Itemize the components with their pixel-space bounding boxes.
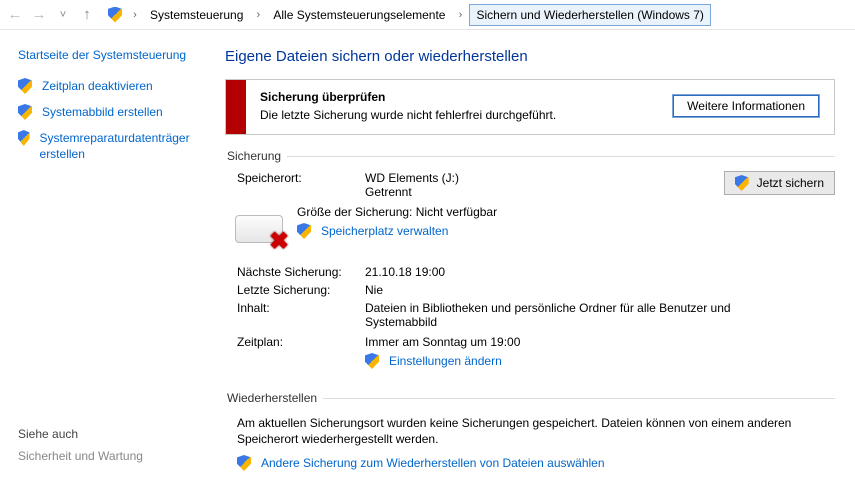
- see-also-header: Siehe auch: [18, 427, 203, 441]
- last-backup-label: Letzte Sicherung:: [225, 283, 365, 297]
- breadcrumb-item-current[interactable]: Sichern und Wiederherstellen (Windows 7): [469, 4, 710, 26]
- shield-icon: [18, 78, 32, 94]
- change-settings-link[interactable]: Einstellungen ändern: [365, 353, 835, 369]
- location-label: Speicherort:: [225, 171, 365, 185]
- chevron-right-icon[interactable]: ›: [453, 9, 467, 21]
- shield-icon: [735, 175, 749, 191]
- restore-description: Am aktuellen Sicherungsort wurden keine …: [225, 413, 835, 455]
- alert-box: Sicherung überprüfen Die letzte Sicherun…: [225, 79, 835, 135]
- sidebar-home-link[interactable]: Startseite der Systemsteuerung: [18, 48, 203, 62]
- breadcrumb-item[interactable]: Systemsteuerung: [144, 4, 249, 26]
- alert-message: Die letzte Sicherung wurde nicht fehlerf…: [260, 108, 660, 122]
- backup-now-label: Jetzt sichern: [757, 176, 824, 190]
- shield-icon: [18, 130, 30, 146]
- more-info-button[interactable]: Weitere Informationen: [672, 94, 820, 118]
- shield-icon: [365, 353, 379, 369]
- see-also-item[interactable]: Sicherheit und Wartung: [18, 449, 203, 463]
- nav-recent-icon[interactable]: ˅: [52, 4, 74, 26]
- section-header-restore: Wiederherstellen: [225, 391, 835, 405]
- sidebar: Startseite der Systemsteuerung Zeitplan …: [0, 30, 215, 477]
- shield-icon: [18, 104, 32, 120]
- schedule-label: Zeitplan:: [225, 335, 365, 349]
- sidebar-item-label: Systemreparaturdatenträger erstellen: [40, 130, 203, 162]
- change-settings-label: Einstellungen ändern: [389, 354, 502, 368]
- next-backup-label: Nächste Sicherung:: [225, 265, 365, 279]
- select-other-backup-label: Andere Sicherung zum Wiederherstellen vo…: [261, 456, 605, 470]
- location-status: Getrennt: [365, 185, 718, 199]
- content-pane: Eigene Dateien sichern oder wiederherste…: [215, 30, 855, 477]
- manage-space-label: Speicherplatz verwalten: [321, 224, 448, 238]
- breadcrumb-item[interactable]: Alle Systemsteuerungselemente: [267, 4, 451, 26]
- location-value: WD Elements (J:): [365, 171, 718, 185]
- drive-disconnected-icon: ✖: [233, 209, 289, 249]
- page-title: Eigene Dateien sichern oder wiederherste…: [225, 48, 835, 65]
- nav-back-icon[interactable]: ←: [4, 4, 26, 26]
- sidebar-item-create-repair-disc[interactable]: Systemreparaturdatenträger erstellen: [18, 130, 203, 162]
- backup-now-button[interactable]: Jetzt sichern: [724, 171, 835, 195]
- select-other-backup-link[interactable]: Andere Sicherung zum Wiederherstellen vo…: [225, 455, 835, 471]
- nav-forward-icon[interactable]: →: [28, 4, 50, 26]
- control-panel-icon: [108, 7, 122, 23]
- section-label: Sicherung: [225, 149, 281, 163]
- content-value: Dateien in Bibliotheken und persönliche …: [365, 301, 745, 329]
- sidebar-item-label: Zeitplan deaktivieren: [42, 78, 153, 94]
- section-label: Wiederherstellen: [225, 391, 317, 405]
- alert-severity-bar: [226, 80, 246, 134]
- shield-icon: [237, 455, 251, 471]
- chevron-right-icon[interactable]: ›: [251, 9, 265, 21]
- alert-title: Sicherung überprüfen: [260, 90, 660, 104]
- nav-up-icon[interactable]: ↑: [76, 4, 98, 26]
- chevron-right-icon[interactable]: ›: [128, 9, 142, 21]
- sidebar-item-label: Systemabbild erstellen: [42, 104, 163, 120]
- content-label: Inhalt:: [225, 301, 365, 315]
- sidebar-item-disable-schedule[interactable]: Zeitplan deaktivieren: [18, 78, 203, 94]
- sidebar-item-create-image[interactable]: Systemabbild erstellen: [18, 104, 203, 120]
- schedule-value: Immer am Sonntag um 19:00: [365, 335, 835, 349]
- shield-icon: [297, 223, 311, 239]
- section-header-backup: Sicherung: [225, 149, 835, 163]
- manage-space-link[interactable]: Speicherplatz verwalten: [297, 223, 835, 239]
- last-backup-value: Nie: [365, 283, 835, 297]
- next-backup-value: 21.10.18 19:00: [365, 265, 835, 279]
- breadcrumb-bar: ← → ˅ ↑ › Systemsteuerung › Alle Systems…: [0, 0, 855, 30]
- backup-size-value: Nicht verfügbar: [416, 205, 497, 219]
- backup-size-label: Größe der Sicherung:: [297, 205, 412, 219]
